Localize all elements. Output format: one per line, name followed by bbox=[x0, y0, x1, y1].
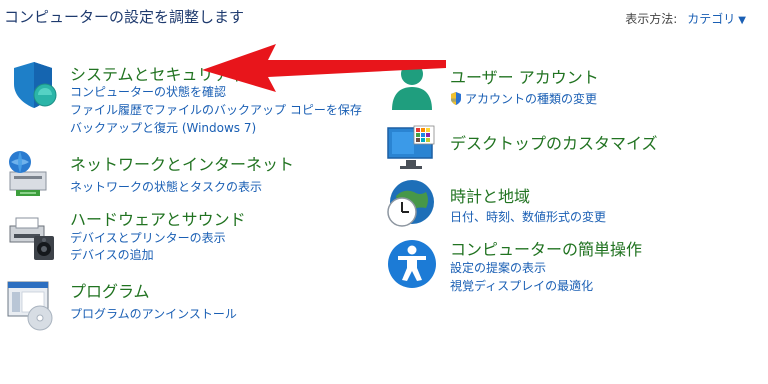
category-title-ease-of-access[interactable]: コンピューターの簡単操作 bbox=[450, 236, 642, 260]
link-file-history-backup[interactable]: ファイル履歴でファイルのバックアップ コピーを保存 bbox=[70, 101, 362, 118]
link-uninstall-program[interactable]: プログラムのアンインストール bbox=[70, 305, 237, 322]
uac-shield-icon bbox=[451, 92, 461, 105]
link-backup-restore[interactable]: バックアップと復元 (Windows 7) bbox=[70, 119, 256, 136]
link-view-suggestions[interactable]: 設定の提案の表示 bbox=[450, 259, 546, 276]
view-by-dropdown[interactable]: カテゴリ bbox=[687, 12, 735, 26]
link-optimize-visual-display[interactable]: 視覚ディスプレイの最適化 bbox=[450, 277, 593, 294]
link-check-computer-status[interactable]: コンピューターの状態を確認 bbox=[70, 83, 226, 100]
printer-speaker-icon[interactable] bbox=[6, 212, 58, 264]
category-title-appearance[interactable]: デスクトップのカスタマイズ bbox=[450, 130, 658, 154]
category-title-hardware-sound[interactable]: ハードウェアとサウンド bbox=[70, 206, 246, 230]
monitor-icon[interactable] bbox=[386, 124, 438, 176]
category-title-system-security[interactable]: システムとセキュリティ bbox=[70, 61, 245, 85]
link-change-account-type-label: アカウントの種類の変更 bbox=[465, 92, 598, 106]
category-title-programs[interactable]: プログラム bbox=[70, 278, 150, 302]
clock-globe-icon[interactable] bbox=[386, 178, 438, 230]
chevron-down-icon[interactable]: ▼ bbox=[738, 15, 746, 26]
page-title: コンピューターの設定を調整します bbox=[4, 8, 245, 26]
link-network-status-tasks[interactable]: ネットワークの状態とタスクの表示 bbox=[70, 178, 262, 195]
link-change-account-type[interactable]: アカウントの種類の変更 bbox=[450, 90, 597, 107]
category-title-user-accounts[interactable]: ユーザー アカウント bbox=[450, 64, 599, 88]
shield-icon[interactable] bbox=[8, 58, 60, 110]
network-globe-icon[interactable] bbox=[6, 148, 58, 200]
link-view-devices-printers[interactable]: デバイスとプリンターの表示 bbox=[70, 229, 226, 246]
user-icon[interactable] bbox=[386, 60, 438, 112]
category-title-clock-region[interactable]: 時計と地域 bbox=[450, 183, 530, 207]
programs-disc-icon[interactable] bbox=[6, 280, 58, 332]
link-change-date-time-format[interactable]: 日付、時刻、数値形式の変更 bbox=[450, 208, 606, 225]
category-title-network-internet[interactable]: ネットワークとインターネット bbox=[70, 151, 294, 175]
accessibility-icon[interactable] bbox=[386, 238, 438, 290]
link-add-device[interactable]: デバイスの追加 bbox=[70, 246, 154, 263]
view-by-label: 表示方法: bbox=[625, 12, 678, 26]
view-by-control: 表示方法: カテゴリ ▼ bbox=[625, 10, 746, 27]
